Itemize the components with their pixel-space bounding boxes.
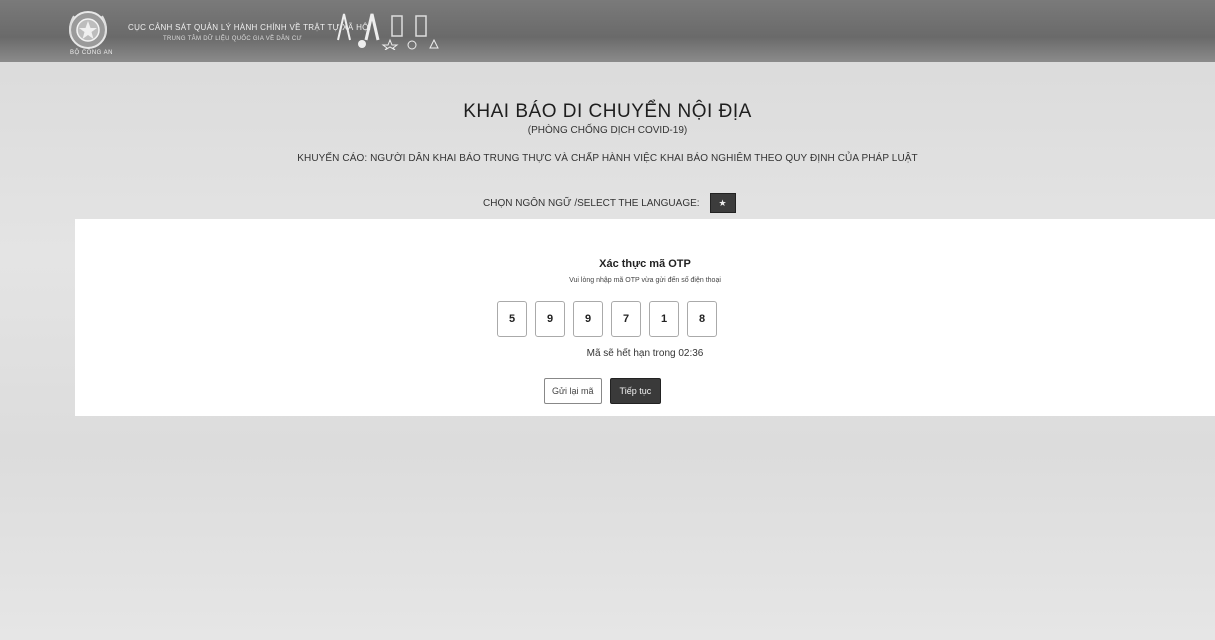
- otp-title: Xác thực mã OTP: [599, 258, 691, 270]
- header-decoration-icon: [337, 13, 439, 50]
- warning-notice: KHUYẾN CÁO: NGƯỜI DÂN KHAI BÁO TRUNG THỰ…: [297, 153, 918, 164]
- otp-digit-3-input[interactable]: 9: [573, 301, 603, 337]
- top-header-banner: BỘ CÔNG AN CỤC CẢNH SÁT QUẢN LÝ HÀNH CHÍ…: [0, 0, 1215, 62]
- page-title: KHAI BÁO DI CHUYỂN NỘI ĐỊA: [463, 101, 752, 122]
- otp-digit-4-input[interactable]: 7: [611, 301, 641, 337]
- otp-expiry-timer: Mã sẽ hết hạn trong 02:36: [586, 348, 704, 359]
- otp-verification-card: Xác thực mã OTP Vui lòng nhập mã OTP vừa…: [75, 219, 1215, 416]
- otp-digit-2-input[interactable]: 9: [535, 301, 565, 337]
- vietnam-flag-icon: ★: [718, 197, 727, 208]
- resend-code-button[interactable]: Gửi lại mã: [544, 378, 602, 404]
- language-label: CHỌN NGÔN NGỮ /SELECT THE LANGUAGE:: [483, 197, 700, 209]
- organization-subtitle: TRUNG TÂM DỮ LIỆU QUỐC GIA VỀ DÂN CƯ: [163, 36, 302, 42]
- otp-input-group: 5 9 9 7 1 8: [497, 301, 717, 337]
- otp-digit-1-input[interactable]: 5: [497, 301, 527, 337]
- page-subtitle: (PHÒNG CHỐNG DỊCH COVID-19): [527, 125, 688, 136]
- otp-action-buttons: Gửi lại mã Tiếp tục: [544, 378, 662, 404]
- otp-digit-6-input[interactable]: 8: [687, 301, 717, 337]
- otp-description: Vui lòng nhập mã OTP vừa gửi đến số điện…: [569, 277, 721, 284]
- logo-caption: BỘ CÔNG AN: [70, 50, 114, 56]
- otp-digit-5-input[interactable]: 1: [649, 301, 679, 337]
- continue-button[interactable]: Tiếp tục: [609, 378, 662, 404]
- language-flag-button[interactable]: ★: [709, 193, 736, 213]
- language-selector-row: CHỌN NGÔN NGỮ /SELECT THE LANGUAGE: ★: [483, 193, 736, 213]
